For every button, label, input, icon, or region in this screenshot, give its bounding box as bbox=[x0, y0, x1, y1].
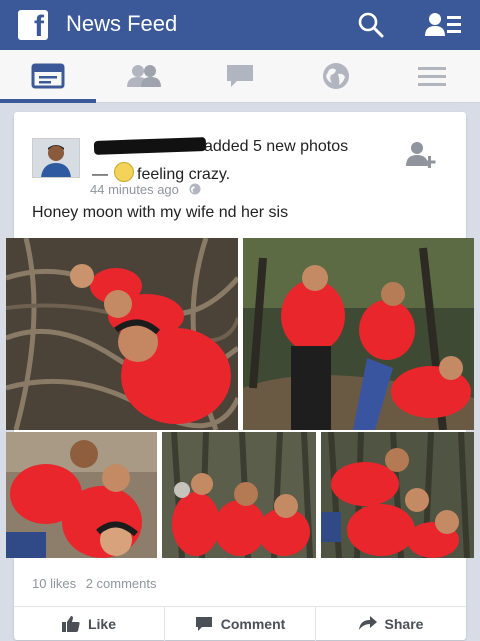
feeling-text: feeling crazy. bbox=[137, 166, 231, 183]
like-label: Like bbox=[87, 616, 116, 632]
photo-2[interactable] bbox=[243, 238, 474, 430]
post-caption: Honey moon with my wife nd her sis bbox=[32, 204, 289, 221]
share-icon bbox=[358, 616, 377, 630]
avatar[interactable] bbox=[32, 138, 80, 178]
share-button[interactable]: Share bbox=[315, 607, 466, 641]
active-tab-indicator bbox=[0, 99, 96, 103]
tab-friends[interactable] bbox=[96, 50, 192, 102]
feeling-dash: — bbox=[92, 166, 108, 183]
feeling-line: — feeling crazy. bbox=[92, 162, 230, 184]
comment-icon bbox=[195, 617, 212, 631]
friends-icon bbox=[127, 65, 161, 87]
photo-1[interactable] bbox=[6, 238, 238, 430]
likes-count[interactable]: 10 likes bbox=[32, 576, 76, 591]
news-feed-icon bbox=[31, 63, 65, 89]
comment-label: Comment bbox=[220, 616, 286, 632]
top-bar: f News Feed bbox=[0, 0, 480, 50]
redacted-author-name bbox=[93, 137, 207, 155]
photo-4[interactable] bbox=[162, 432, 316, 558]
tab-bar bbox=[0, 50, 480, 103]
messages-icon bbox=[227, 65, 253, 87]
search-icon[interactable] bbox=[356, 10, 386, 40]
post-actions: Like Comment Share bbox=[14, 606, 466, 641]
facebook-logo-icon[interactable]: f bbox=[18, 10, 48, 42]
post-meta: 44 minutes ago bbox=[90, 182, 201, 197]
post-timestamp[interactable]: 44 minutes ago bbox=[90, 182, 179, 197]
page-title: News Feed bbox=[66, 11, 178, 36]
post-stats: 10 likes 2 comments bbox=[32, 576, 157, 591]
tab-more[interactable] bbox=[384, 50, 480, 102]
add-friend-icon[interactable] bbox=[404, 140, 438, 170]
like-button[interactable]: Like bbox=[14, 607, 164, 641]
tab-messages[interactable] bbox=[192, 50, 288, 102]
tab-notifications[interactable] bbox=[288, 50, 384, 102]
comment-button[interactable]: Comment bbox=[164, 607, 315, 641]
photo-3[interactable] bbox=[6, 432, 157, 558]
thumbs-up-icon bbox=[61, 616, 80, 632]
globe-icon bbox=[323, 63, 349, 89]
menu-icon bbox=[418, 67, 446, 86]
post-headline: added 5 new photos bbox=[204, 138, 349, 155]
crazy-emoji-icon bbox=[114, 162, 134, 182]
tab-news-feed[interactable] bbox=[0, 50, 96, 103]
friend-requests-icon[interactable] bbox=[424, 10, 464, 40]
photo-5[interactable] bbox=[321, 432, 474, 558]
post-card: added 5 new photos — feeling crazy. 44 mi… bbox=[6, 112, 474, 641]
comments-count[interactable]: 2 comments bbox=[86, 576, 157, 591]
share-label: Share bbox=[384, 616, 424, 632]
public-globe-icon bbox=[189, 183, 201, 195]
